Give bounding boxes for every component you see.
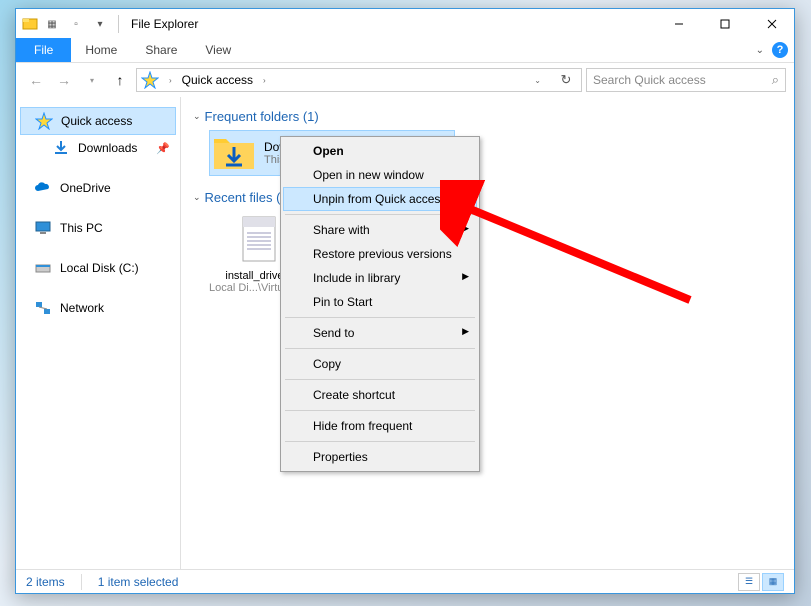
navigation-bar: ← → ▾ ↑ › Quick access › ⌄ ↻ Search Quic… <box>16 63 794 97</box>
close-button[interactable] <box>749 9 794 39</box>
sidebar-item-label: Quick access <box>61 114 132 128</box>
context-menu: Open Open in new window Unpin from Quick… <box>280 136 480 472</box>
pin-icon: 📌 <box>156 142 170 155</box>
tab-home[interactable]: Home <box>71 38 131 62</box>
collapse-icon[interactable]: ⌄ <box>193 111 201 122</box>
statusbar: 2 items 1 item selected ☰ ▦ <box>16 569 794 593</box>
download-icon <box>52 139 70 157</box>
window-title: File Explorer <box>131 17 198 31</box>
sidebar-item-label: OneDrive <box>60 181 111 195</box>
sidebar-item-label: Downloads <box>78 141 137 155</box>
network-icon <box>34 299 52 317</box>
sidebar-item-onedrive[interactable]: OneDrive <box>16 175 180 201</box>
ctx-pin-start[interactable]: Pin to Start <box>283 290 477 314</box>
ctx-copy[interactable]: Copy <box>283 352 477 376</box>
disk-icon <box>34 259 52 277</box>
sidebar-item-quick-access[interactable]: Quick access <box>20 107 176 135</box>
ctx-properties[interactable]: Properties <box>283 445 477 469</box>
submenu-arrow-icon: ▶ <box>462 326 469 337</box>
navigation-pane: Quick access Downloads 📌 OneDrive This P… <box>16 97 181 569</box>
address-dropdown-icon[interactable]: ⌄ <box>534 76 541 85</box>
chevron-right-icon[interactable]: › <box>263 76 266 85</box>
tab-share[interactable]: Share <box>131 38 191 62</box>
minimize-button[interactable] <box>656 9 701 39</box>
sidebar-item-downloads[interactable]: Downloads 📌 <box>16 135 180 161</box>
sidebar-item-this-pc[interactable]: This PC <box>16 215 180 241</box>
qat-newfolder-icon[interactable]: ▫ <box>66 14 86 34</box>
recent-locations-button[interactable]: ▾ <box>80 68 104 92</box>
ctx-open[interactable]: Open <box>283 139 477 163</box>
search-icon: ⌕ <box>772 72 779 88</box>
titlebar-left: ▦ ▫ ▾ File Explorer <box>16 14 198 34</box>
collapse-icon[interactable]: ⌄ <box>193 192 201 203</box>
ctx-include-library[interactable]: Include in library▶ <box>283 266 477 290</box>
ctx-separator <box>285 214 475 215</box>
ctx-separator <box>285 410 475 411</box>
window-controls <box>656 9 794 39</box>
quick-access-icon <box>141 71 159 89</box>
titlebar: ▦ ▫ ▾ File Explorer <box>16 9 794 39</box>
ctx-hide-frequent[interactable]: Hide from frequent <box>283 414 477 438</box>
sidebar-item-network[interactable]: Network <box>16 295 180 321</box>
icons-view-button[interactable]: ▦ <box>762 573 784 591</box>
text-file-icon <box>237 215 281 263</box>
ctx-separator <box>285 348 475 349</box>
app-icon <box>22 16 38 32</box>
address-bar[interactable]: › Quick access › ⌄ ↻ <box>136 68 582 92</box>
ctx-separator <box>285 441 475 442</box>
ctx-restore-versions[interactable]: Restore previous versions <box>283 242 477 266</box>
sidebar-item-label: Local Disk (C:) <box>60 261 139 275</box>
submenu-arrow-icon: ▶ <box>462 271 469 282</box>
up-button[interactable]: ↑ <box>108 68 132 92</box>
forward-button[interactable]: → <box>52 68 76 92</box>
ctx-separator <box>285 379 475 380</box>
back-button[interactable]: ← <box>24 68 48 92</box>
onedrive-icon <box>34 179 52 197</box>
thispc-icon <box>34 219 52 237</box>
ctx-open-new-window[interactable]: Open in new window <box>283 163 477 187</box>
sidebar-item-local-disk[interactable]: Local Disk (C:) <box>16 255 180 281</box>
view-toggle: ☰ ▦ <box>738 573 784 591</box>
address-segment[interactable]: Quick access <box>182 73 253 87</box>
search-placeholder: Search Quick access <box>593 73 706 87</box>
group-header-frequent[interactable]: ⌄ Frequent folders (1) <box>193 105 782 128</box>
sidebar-item-label: Network <box>60 301 104 315</box>
file-menu[interactable]: File <box>16 38 71 62</box>
status-separator <box>81 574 82 590</box>
qat-properties-icon[interactable]: ▦ <box>42 14 62 34</box>
ctx-unpin-quick-access[interactable]: Unpin from Quick access <box>283 187 477 211</box>
star-icon <box>35 112 53 130</box>
maximize-button[interactable] <box>701 9 749 39</box>
tab-view[interactable]: View <box>191 38 245 62</box>
search-input[interactable]: Search Quick access ⌕ <box>586 68 786 92</box>
submenu-arrow-icon: ▶ <box>462 223 469 234</box>
refresh-button[interactable]: ↻ <box>555 72 577 88</box>
titlebar-separator <box>118 15 119 33</box>
status-items-count: 2 items <box>26 575 65 589</box>
details-view-button[interactable]: ☰ <box>738 573 760 591</box>
content-pane: ⌄ Frequent folders (1) Downloads This PC… <box>181 97 794 569</box>
status-selection-count: 1 item selected <box>98 575 179 589</box>
folder-downloads-icon <box>212 133 256 173</box>
sidebar-item-label: This PC <box>60 221 103 235</box>
ctx-share-with[interactable]: Share with▶ <box>283 218 477 242</box>
ribbon-tabs: File Home Share View ⌄ ? <box>16 39 794 63</box>
ctx-send-to[interactable]: Send to▶ <box>283 321 477 345</box>
ctx-separator <box>285 317 475 318</box>
ribbon-right: ⌄ ? <box>756 42 788 58</box>
qat-dropdown-icon[interactable]: ▾ <box>90 14 110 34</box>
chevron-right-icon[interactable]: › <box>169 76 172 85</box>
ctx-create-shortcut[interactable]: Create shortcut <box>283 383 477 407</box>
help-icon[interactable]: ? <box>772 42 788 58</box>
ribbon-expand-icon[interactable]: ⌄ <box>756 45 764 56</box>
